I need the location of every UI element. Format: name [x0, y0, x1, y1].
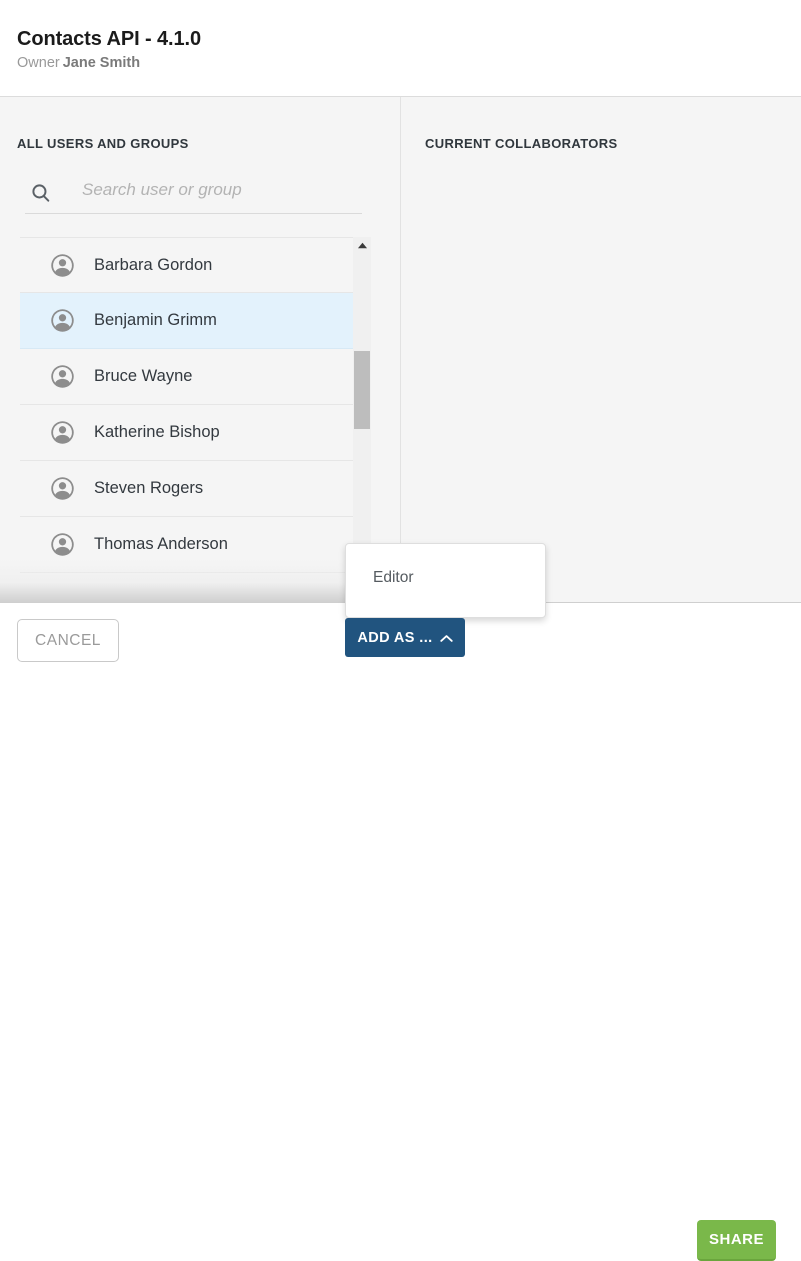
scrollbar-thumb[interactable]	[354, 351, 370, 429]
all-users-panel-title: ALL USERS AND GROUPS	[17, 136, 189, 151]
avatar-icon	[50, 532, 75, 557]
share-button[interactable]: SHARE	[697, 1220, 776, 1261]
owner-label: Owner	[17, 55, 60, 71]
current-collaborators-panel-title: CURRENT COLLABORATORS	[425, 136, 618, 151]
dialog-header: Contacts API - 4.1.0 Owner Jane Smith	[0, 0, 801, 97]
owner-name: Jane Smith	[62, 55, 141, 71]
list-item[interactable]: Katherine Bishop	[20, 405, 363, 461]
dialog-body: ALL USERS AND GROUPS Barbar	[0, 97, 801, 602]
chevron-up-icon[interactable]	[353, 237, 371, 253]
all-users-list[interactable]: Barbara Gordon Benjamin Grimm Bruce Wayn…	[20, 237, 363, 587]
all-users-scrollbar[interactable]	[353, 237, 371, 587]
list-item[interactable]: Steven Rogers	[20, 461, 363, 517]
avatar-icon	[50, 308, 75, 333]
add-as-dropdown-menu[interactable]: Editor	[345, 543, 546, 618]
list-item-label: Steven Rogers	[94, 479, 204, 497]
all-users-panel: ALL USERS AND GROUPS Barbar	[0, 97, 400, 602]
list-item[interactable]: Barbara Gordon	[20, 237, 363, 293]
chevron-up-icon	[439, 631, 453, 644]
add-as-button[interactable]: ADD AS ...	[345, 618, 465, 657]
search-underline	[25, 213, 362, 214]
list-item[interactable]	[20, 573, 363, 587]
list-item[interactable]: Thomas Anderson	[20, 517, 363, 573]
search-icon	[30, 182, 52, 204]
cancel-button[interactable]: CANCEL	[17, 619, 119, 662]
avatar-icon	[50, 253, 75, 278]
avatar-icon	[50, 364, 75, 389]
avatar-icon	[50, 420, 75, 445]
list-item[interactable]: Benjamin Grimm	[20, 293, 363, 349]
add-as-button-label: ADD AS ...	[357, 629, 433, 646]
all-users-search-box[interactable]	[25, 174, 362, 214]
dropdown-option-editor[interactable]: Editor	[373, 569, 414, 587]
avatar-icon	[50, 476, 75, 501]
list-item-label: Benjamin Grimm	[94, 311, 217, 329]
list-item-label: Katherine Bishop	[94, 423, 220, 441]
list-item-label: Bruce Wayne	[94, 367, 193, 385]
list-item-label: Thomas Anderson	[94, 535, 228, 553]
current-collaborators-panel: CURRENT COLLABORATORS John Doe	[401, 97, 801, 602]
page-title: Contacts API - 4.1.0	[17, 28, 201, 50]
all-users-search-input[interactable]	[82, 176, 352, 204]
list-item-label: Barbara Gordon	[94, 255, 213, 274]
list-item[interactable]: Bruce Wayne	[20, 349, 363, 405]
owner-line: Owner Jane Smith	[17, 55, 140, 71]
